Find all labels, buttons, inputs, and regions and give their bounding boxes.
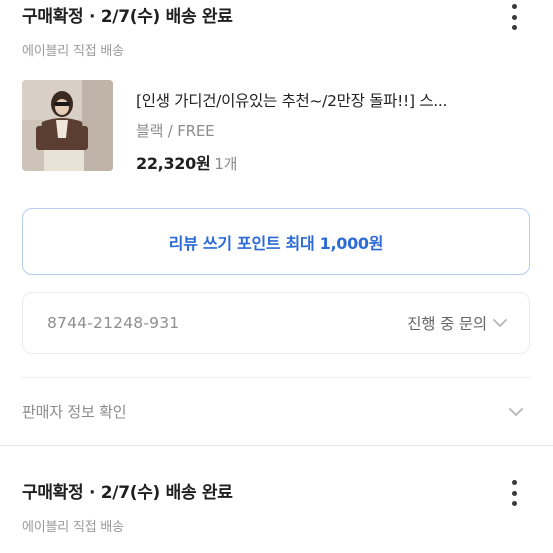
seller-info-toggle[interactable]: 판매자 정보 확인: [22, 398, 531, 428]
more-options-icon[interactable]: [507, 4, 521, 30]
section-divider: [0, 445, 553, 446]
more-options-icon[interactable]: [507, 480, 521, 506]
product-quantity: 1개: [214, 155, 238, 173]
chevron-down-icon: [509, 408, 523, 416]
write-review-button[interactable]: 리뷰 쓰기 포인트 최대 1,000원: [22, 208, 530, 275]
inquiry-row[interactable]: 8744-21248-931 진행 중 문의: [22, 292, 530, 354]
order-status: 구매확정 · 2/7(수) 배송 완료: [22, 483, 233, 503]
product-item[interactable]: [인생 가디건/이유있는 추천~/2만장 돌파!!] 스... 블랙 / FRE…: [22, 80, 531, 175]
inquiry-status: 진행 중 문의: [407, 315, 487, 333]
order-header: 구매확정 · 2/7(수) 배송 완료: [22, 478, 531, 508]
order-status: 구매확정 · 2/7(수) 배송 완료: [22, 7, 233, 27]
seller-info-label: 판매자 정보 확인: [22, 403, 127, 421]
product-image: [22, 80, 113, 171]
product-thumbnail[interactable]: [22, 80, 113, 171]
divider: [22, 377, 531, 378]
order-header: 구매확정 · 2/7(수) 배송 완료: [22, 2, 531, 32]
product-price: 22,320원: [136, 154, 211, 173]
order-number: 8744-21248-931: [47, 314, 180, 332]
product-price-row: 22,320원 1개: [136, 150, 237, 174]
chevron-down-icon: [493, 319, 507, 327]
delivery-type: 에이블리 직접 배송: [22, 520, 124, 535]
product-option: 블랙 / FREE: [136, 122, 215, 140]
delivery-type: 에이블리 직접 배송: [22, 44, 124, 59]
product-name[interactable]: [인생 가디건/이유있는 추천~/2만장 돌파!!] 스...: [136, 89, 447, 111]
